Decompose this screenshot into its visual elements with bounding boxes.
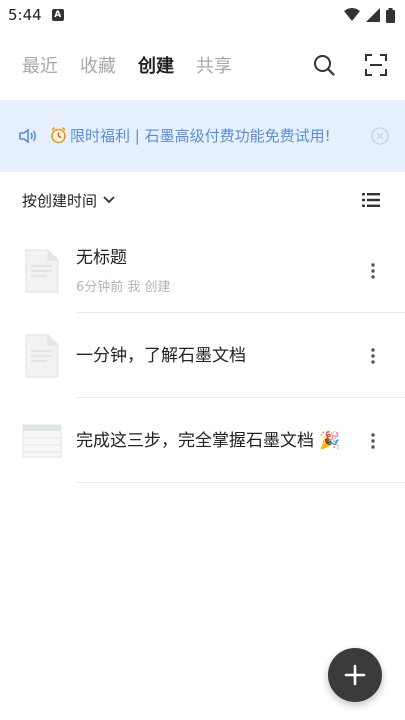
battery-icon	[386, 7, 395, 23]
status-bar: 5:44 A	[0, 0, 405, 30]
document-list: 无标题 6分钟前 我 创建 一分钟，了解石墨文档 完成这三步，完全掌握石墨文档 …	[0, 228, 405, 483]
close-circle-icon	[371, 127, 389, 145]
tab-created[interactable]: 创建	[138, 52, 174, 78]
tab-shared[interactable]: 共享	[196, 52, 232, 78]
sort-bar: 按创建时间	[0, 172, 405, 228]
more-vertical-icon	[371, 347, 375, 364]
scan-icon	[365, 54, 387, 76]
sort-label: 按创建时间	[22, 191, 98, 210]
sort-dropdown[interactable]: 按创建时间	[22, 190, 115, 211]
chevron-down-icon	[103, 196, 115, 204]
doc-title: 完成这三步，完全掌握石墨文档 🎉	[76, 430, 341, 451]
promo-banner[interactable]: 限时福利 | 石墨高级付费功能免费试用!	[0, 100, 405, 172]
status-time: 5:44	[8, 6, 42, 24]
tab-favorites[interactable]: 收藏	[80, 52, 116, 78]
more-vertical-icon	[371, 262, 375, 279]
doc-title: 一分钟，了解石墨文档	[76, 345, 246, 366]
document-item[interactable]: 完成这三步，完全掌握石墨文档 🎉	[0, 398, 405, 483]
doc-info: 完成这三步，完全掌握石墨文档 🎉	[76, 429, 361, 453]
alarm-clock-icon	[51, 126, 66, 143]
doc-page-icon	[25, 334, 59, 377]
plus-icon	[344, 664, 366, 686]
doc-info: 一分钟，了解石墨文档	[76, 344, 361, 368]
speaker-icon	[19, 128, 37, 144]
doc-page-icon	[25, 249, 59, 292]
document-item[interactable]: 一分钟，了解石墨文档	[0, 313, 405, 398]
nav-actions	[311, 52, 389, 78]
more-button[interactable]	[361, 426, 385, 456]
status-right	[344, 7, 395, 23]
document-item[interactable]: 无标题 6分钟前 我 创建	[0, 228, 405, 313]
doc-icon-wrap	[22, 417, 62, 465]
doc-meta: 6分钟前 我 创建	[76, 280, 171, 295]
sheet-thumbnail-icon	[22, 424, 62, 457]
signal-icon	[366, 8, 380, 22]
banner-close-button[interactable]	[369, 125, 391, 147]
banner-message: 限时福利 | 石墨高级付费功能免费试用!	[50, 125, 359, 148]
list-view-button[interactable]	[359, 188, 383, 212]
more-vertical-icon	[371, 432, 375, 449]
banner-speaker	[18, 127, 40, 145]
more-button[interactable]	[361, 256, 385, 286]
doc-icon-wrap	[22, 247, 62, 295]
scan-button[interactable]	[363, 52, 389, 78]
create-document-button[interactable]	[328, 648, 382, 702]
tab-recent[interactable]: 最近	[22, 52, 58, 78]
doc-title: 无标题	[76, 248, 127, 268]
doc-icon-wrap	[22, 332, 62, 380]
notification-a-icon: A	[51, 9, 64, 21]
status-left: 5:44 A	[8, 6, 64, 24]
banner-text: 限时福利 | 石墨高级付费功能免费试用!	[70, 126, 331, 145]
top-nav: 最近 收藏 创建 共享	[0, 30, 405, 100]
list-view-icon	[362, 193, 380, 207]
search-button[interactable]	[311, 52, 337, 78]
more-button[interactable]	[361, 341, 385, 371]
doc-info: 无标题 6分钟前 我 创建	[76, 246, 361, 295]
tab-bar: 最近 收藏 创建 共享	[22, 52, 311, 78]
wifi-icon	[344, 8, 360, 21]
search-icon	[314, 55, 335, 76]
